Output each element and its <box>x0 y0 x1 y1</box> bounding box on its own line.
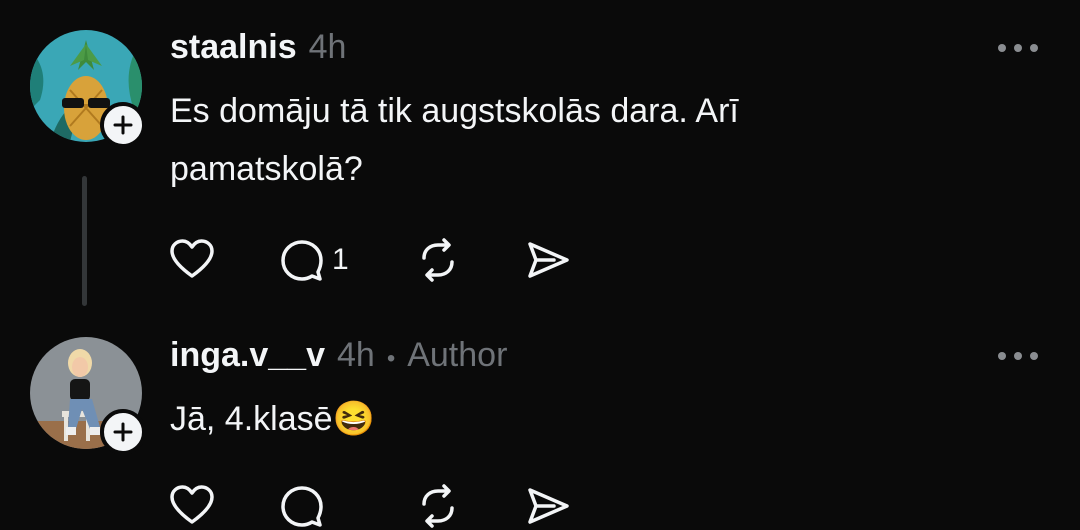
more-icon[interactable] <box>998 44 1038 52</box>
comment-icon <box>281 486 323 527</box>
username[interactable]: inga.v__v <box>170 336 325 375</box>
heart-icon <box>170 485 214 524</box>
send-icon <box>528 488 569 524</box>
avatar-inga-wrap[interactable] <box>30 337 146 455</box>
thread-line <box>82 176 87 306</box>
share-button[interactable] <box>524 482 572 530</box>
share-button[interactable] <box>524 236 572 284</box>
repost-icon <box>422 238 454 282</box>
like-button[interactable] <box>168 482 278 530</box>
like-button[interactable] <box>168 236 278 284</box>
username[interactable]: staalnis <box>170 28 297 67</box>
follow-plus-icon[interactable] <box>100 409 146 455</box>
reply-header: staalnis 4h <box>170 28 346 67</box>
comment-icon <box>281 240 323 281</box>
separator-dot: • <box>386 345 396 372</box>
timestamp: 4h <box>336 336 375 374</box>
reply-header: inga.v__v 4h • Author <box>170 336 507 375</box>
repost-button[interactable] <box>414 236 524 284</box>
avatar-staalnis-wrap[interactable] <box>30 30 146 148</box>
action-bar <box>168 482 572 530</box>
repost-button[interactable] <box>414 482 524 530</box>
heart-icon <box>170 239 214 278</box>
timestamp: 4h <box>308 28 347 66</box>
send-icon <box>528 242 569 278</box>
reply-count: 1 <box>332 243 349 276</box>
reply-text: Jā, 4.klasē😆 <box>170 400 375 438</box>
author-badge: Author <box>407 336 508 374</box>
repost-icon <box>422 484 454 528</box>
reply-button[interactable] <box>278 482 414 530</box>
reply-text: Es domāju tā tik augstskolās dara. Arī p… <box>170 92 739 188</box>
action-bar: 1 <box>168 236 572 284</box>
reply-button[interactable]: 1 <box>278 236 414 284</box>
more-icon[interactable] <box>998 352 1038 360</box>
follow-plus-icon[interactable] <box>100 102 146 148</box>
